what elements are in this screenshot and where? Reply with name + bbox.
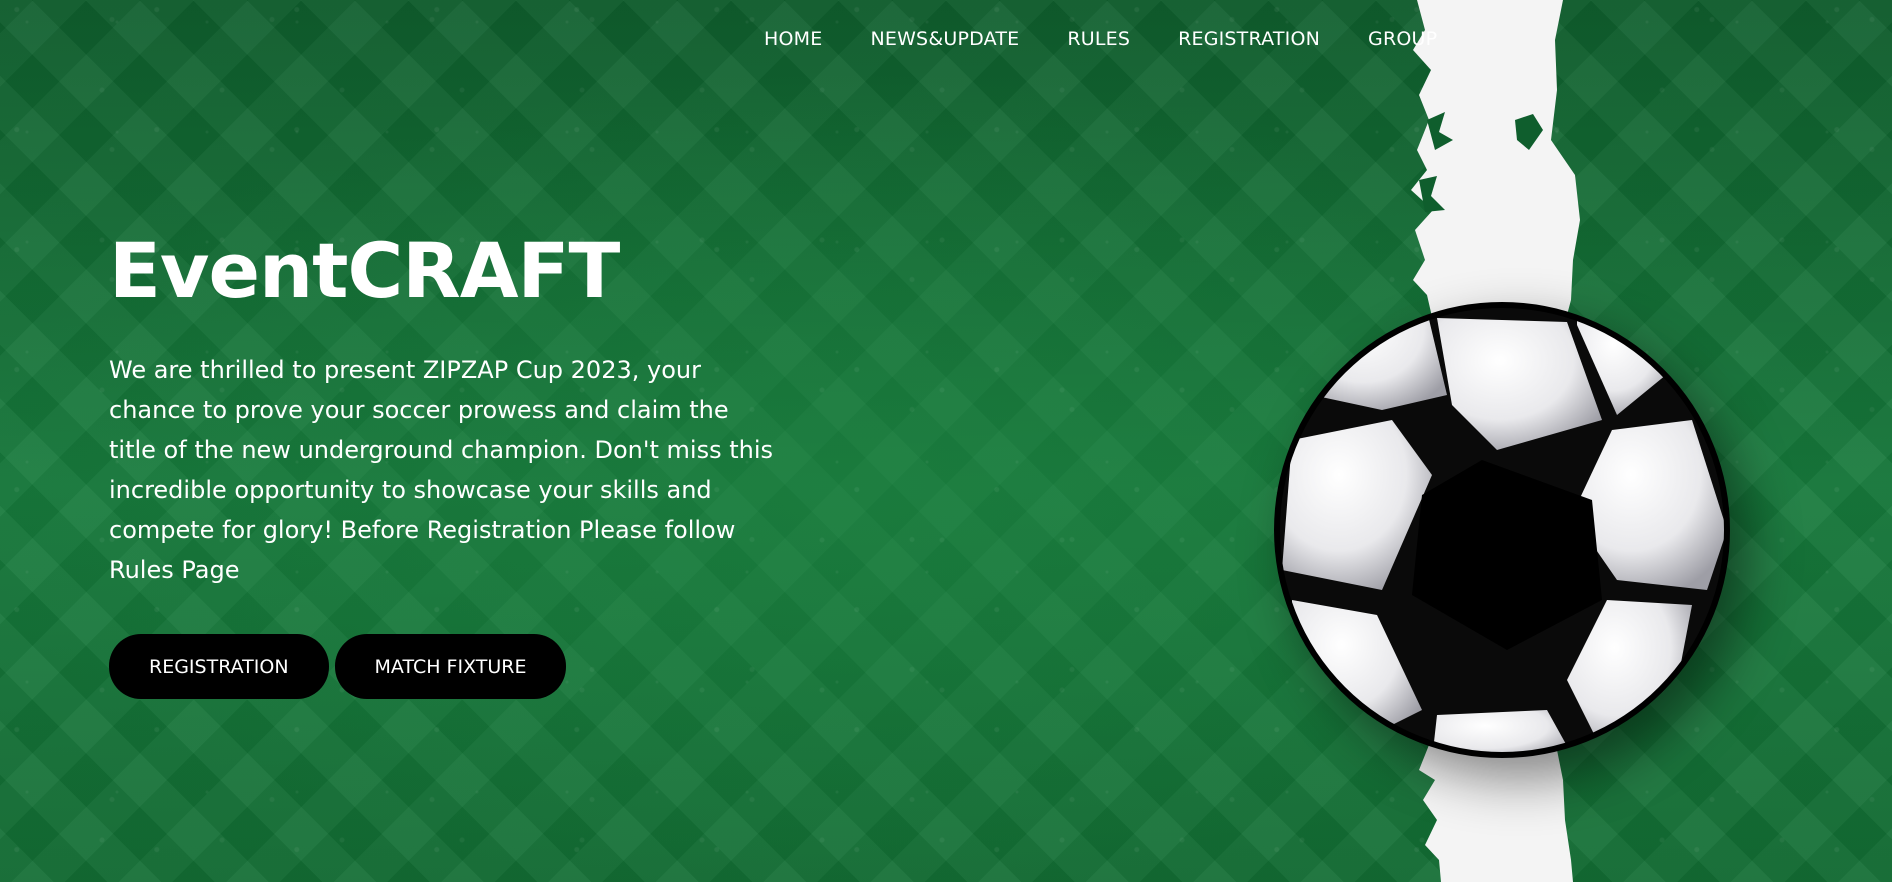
- hero-section: HOME NEWS&UPDATE RULES REGISTRATION GROU…: [0, 0, 1892, 882]
- hero-description: We are thrilled to present ZIPZAP Cup 20…: [109, 356, 774, 584]
- soccer-ball-icon: [1274, 302, 1730, 758]
- nav-news-update[interactable]: NEWS&UPDATE: [870, 28, 1019, 50]
- registration-button[interactable]: REGISTRATION: [109, 634, 329, 699]
- hero-title: EventCRAFT: [109, 226, 620, 315]
- main-navigation: HOME NEWS&UPDATE RULES REGISTRATION GROU…: [764, 28, 1437, 50]
- nav-home[interactable]: HOME: [764, 28, 822, 50]
- hero-actions: REGISTRATION MATCH FIXTURE: [109, 634, 567, 699]
- nav-registration[interactable]: REGISTRATION: [1178, 28, 1320, 50]
- nav-group[interactable]: GROUP: [1368, 28, 1437, 50]
- match-fixture-button[interactable]: MATCH FIXTURE: [334, 634, 567, 699]
- nav-rules[interactable]: RULES: [1067, 28, 1130, 50]
